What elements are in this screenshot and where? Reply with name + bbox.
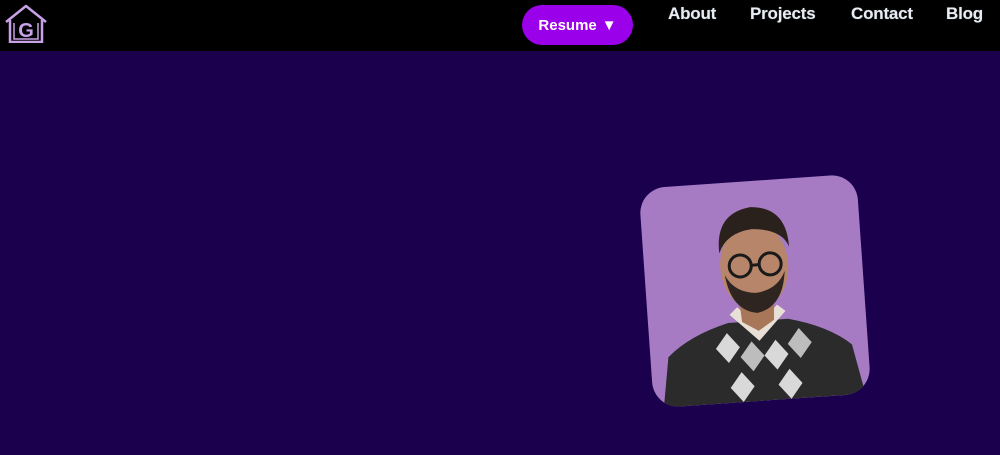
nav-link-projects[interactable]: Projects xyxy=(750,4,816,24)
navbar: G Resume ▼ About Projects Contact Blog xyxy=(0,0,1000,51)
resume-label: Resume xyxy=(538,16,597,34)
logo-letter: G xyxy=(18,20,34,42)
caret-down-icon: ▼ xyxy=(601,16,617,34)
resume-dropdown-button[interactable]: Resume ▼ xyxy=(522,5,633,45)
home-logo-icon[interactable]: G xyxy=(4,3,48,44)
profile-photo xyxy=(638,173,872,409)
nav-link-blog[interactable]: Blog xyxy=(946,4,983,24)
nav-link-contact[interactable]: Contact xyxy=(851,4,913,24)
nav-link-about[interactable]: About xyxy=(668,4,716,24)
